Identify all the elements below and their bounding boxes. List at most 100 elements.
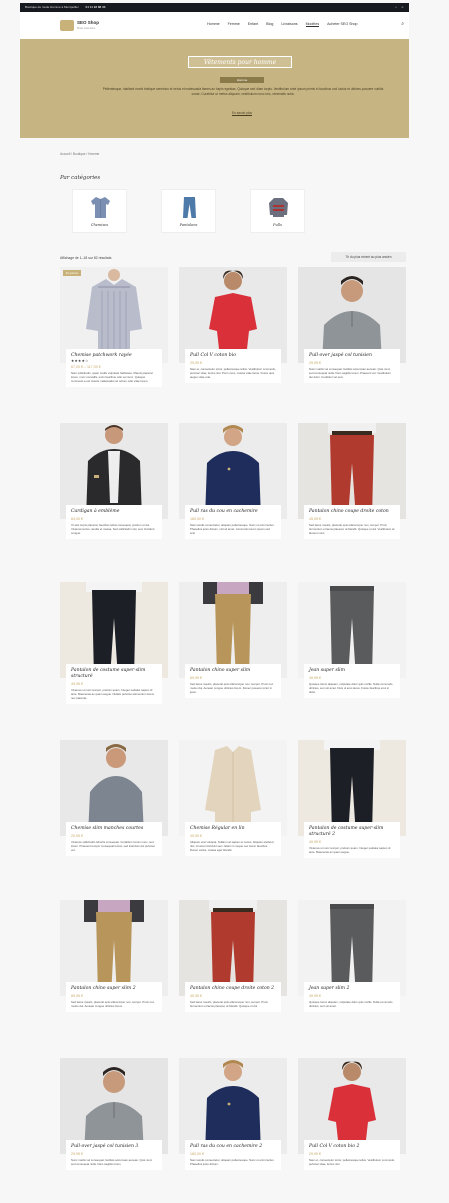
category-label: Chemises bbox=[90, 223, 109, 227]
product-desc: Sed lacus mauris, placerat quis ullamcor… bbox=[190, 1000, 268, 1008]
product-price: 39,95 € bbox=[190, 834, 202, 838]
nav-item-blog[interactable]: Blog bbox=[266, 22, 273, 27]
product-price: 49,95 € bbox=[309, 994, 321, 998]
product-name[interactable]: Pantalon chino coupe droite coton 2 bbox=[190, 986, 276, 992]
bag-icon[interactable]: ⌂ bbox=[395, 5, 397, 9]
product-card[interactable]: Pull-over jaspé col tunisien 29,95 € Nun… bbox=[298, 267, 406, 407]
category-label: Pulls bbox=[273, 223, 282, 227]
logo-icon[interactable] bbox=[60, 20, 74, 31]
product-card[interactable]: Chemise Régular en lin 39,95 € Aliquam e… bbox=[179, 740, 287, 880]
hero-more-link[interactable]: En savoir plus bbox=[220, 111, 264, 115]
product-desc: Vivamus ut nunc tempor, pretium quam. In… bbox=[309, 846, 391, 854]
category-chemises[interactable]: Chemises bbox=[72, 189, 127, 233]
product-price: 180,00 € bbox=[190, 1152, 204, 1156]
product-info: Pantalon chino super slim 2 69,95 € Sed … bbox=[66, 982, 162, 1012]
results-count: Affichage de 1–18 sur 82 résultats bbox=[60, 256, 112, 260]
product-card[interactable]: Jean super slim 49,95 € Quisque lorem al… bbox=[298, 582, 406, 722]
product-desc: Nam iaculis consectetur, aliquam pellent… bbox=[190, 1158, 275, 1166]
product-name[interactable]: Pull Col V coton bio bbox=[190, 353, 276, 359]
product-desc: Sed lacus mauris, placerat quis ullamcor… bbox=[71, 1000, 155, 1008]
categories-title: Par catégories bbox=[60, 175, 101, 181]
product-card[interactable]: Pull Col V coton bio 29,95 € Nam et, con… bbox=[179, 267, 287, 407]
site-header: SEO Shop Mode masculine Homme Femme Enfa… bbox=[20, 12, 409, 39]
product-name[interactable]: Cardigan à emblème bbox=[71, 509, 157, 515]
nav-item-enfant[interactable]: Enfant bbox=[248, 22, 258, 27]
product-card[interactable]: Pantalon chino coupe droite coton 2 45,9… bbox=[179, 900, 287, 1040]
category-pantalons[interactable]: Pantalons bbox=[161, 189, 216, 233]
product-info: Pantalon de costume super-slim structuré… bbox=[304, 822, 400, 858]
nav-item-femme[interactable]: Femme bbox=[228, 22, 240, 27]
product-info: Chemise patchwork rayée ★★★★☆ 67,00 € – … bbox=[66, 349, 162, 387]
product-price: 84,00 € bbox=[71, 517, 83, 521]
product-name[interactable]: Pantalon de costume super-slim structuré… bbox=[309, 826, 395, 838]
product-name[interactable]: Chemise Régular en lin bbox=[190, 826, 276, 832]
product-card[interactable]: Pantalon chino coupe droite coton 45,95 … bbox=[298, 423, 406, 563]
nav-item-acheter[interactable]: Acheter SEO Shop bbox=[327, 22, 357, 27]
product-name[interactable]: Pull ras du cou en cachemire 2 bbox=[190, 1144, 276, 1150]
top-bar: Boutique de mode Homme à Montpellier 04 … bbox=[20, 3, 409, 12]
product-info: Pull ras du cou en cachemire 2 180,00 € … bbox=[185, 1140, 281, 1170]
hero-title: Vêtements pour homme bbox=[188, 56, 292, 68]
product-desc: Aliquam erat volutpat. Nullam vel sapien… bbox=[190, 840, 274, 852]
product-info: Jean super slim 2 49,95 € Quisque lorem … bbox=[304, 982, 400, 1012]
nav-item-modeles[interactable]: Modèles bbox=[305, 22, 320, 27]
product-name[interactable]: Jean super slim 2 bbox=[309, 986, 395, 992]
product-price: 29,95 € bbox=[71, 1152, 83, 1156]
category-pulls[interactable]: Pulls bbox=[250, 189, 305, 233]
sort-select[interactable]: Tri du plus récent au plus ancien bbox=[331, 252, 406, 262]
product-name[interactable]: Pull-over jaspé col tunisien 3 bbox=[71, 1144, 157, 1150]
product-card[interactable]: Pantalon de costume super-slim structuré… bbox=[298, 740, 406, 880]
nav-item-homme[interactable]: Homme bbox=[207, 22, 220, 27]
product-card[interactable]: En promo Chemise patchwork rayée ★★★★☆ 6… bbox=[60, 267, 168, 407]
product-info: Pull-over jaspé col tunisien 3 29,95 € N… bbox=[66, 1140, 162, 1170]
product-desc: Sed lacus mauris, placerat quis ullamcor… bbox=[190, 682, 274, 694]
product-price: 69,95 € bbox=[190, 676, 202, 680]
product-info: Pantalon chino coupe droite coton 2 45,9… bbox=[185, 982, 281, 1012]
product-price: 29,95 € bbox=[71, 834, 83, 838]
product-name[interactable]: Pantalon chino super slim bbox=[190, 668, 276, 674]
product-name[interactable]: Pantalon de costume super-slim structuré bbox=[71, 668, 157, 680]
product-desc: Vivamus ut nunc tempor, pretium quam. In… bbox=[71, 688, 155, 700]
product-price: 69,95 € bbox=[71, 994, 83, 998]
brand-tagline: Mode masculine bbox=[77, 27, 96, 30]
sale-badge: En promo bbox=[63, 270, 82, 276]
product-name[interactable]: Pull Col V coton bio 2 bbox=[309, 1144, 395, 1150]
product-info: Pantalon de costume super-slim structuré… bbox=[66, 664, 162, 704]
product-info: Chemise Régular en lin 39,95 € Aliquam e… bbox=[185, 822, 281, 856]
product-name[interactable]: Jean super slim bbox=[309, 668, 395, 674]
product-card[interactable]: Pull-over jaspé col tunisien 3 29,95 € N… bbox=[60, 1058, 168, 1198]
main-nav: Homme Femme Enfant Blog Livraisons Modèl… bbox=[207, 22, 358, 27]
nav-item-livraisons[interactable]: Livraisons bbox=[281, 22, 297, 27]
product-card[interactable]: Pull ras du cou en cachemire 180,00 € Na… bbox=[179, 423, 287, 563]
product-name[interactable]: Chemise slim manches courtes bbox=[71, 826, 157, 832]
product-price: 45,95 € bbox=[190, 994, 202, 998]
product-info: Chemise slim manches courtes 29,95 € Viv… bbox=[66, 822, 162, 856]
product-card[interactable]: Chemise slim manches courtes 29,95 € Viv… bbox=[60, 740, 168, 880]
product-card[interactable]: Pull ras du cou en cachemire 2 180,00 € … bbox=[179, 1058, 287, 1198]
breadcrumb[interactable]: Accueil / Boutique / Homme bbox=[60, 152, 99, 156]
product-card[interactable]: Pantalon de costume super-slim structuré… bbox=[60, 582, 168, 722]
brand-name[interactable]: SEO Shop bbox=[77, 20, 99, 25]
product-name[interactable]: Pantalon chino coupe droite coton bbox=[309, 509, 395, 515]
product-desc: Quisque lorem aliquam, vulputate dolor q… bbox=[309, 682, 393, 694]
product-name[interactable]: Pull ras du cou en cachemire bbox=[190, 509, 276, 515]
shirt-icon bbox=[90, 196, 111, 219]
product-card[interactable]: Pull Col V coton bio 2 29,95 € Nam et, c… bbox=[298, 1058, 406, 1198]
product-card[interactable]: Pantalon chino super slim 69,95 € Sed la… bbox=[179, 582, 287, 722]
hero-banner: Vêtements pour homme Homme Pellentesque,… bbox=[20, 39, 409, 138]
product-desc: Nam et, consectetur tortor, pellentesque… bbox=[309, 1158, 395, 1166]
product-desc: Nunc mattis vel consequat, facilisis acc… bbox=[71, 1158, 153, 1166]
product-card[interactable]: Jean super slim 2 49,95 € Quisque lorem … bbox=[298, 900, 406, 1040]
product-info: Pull Col V coton bio 2 29,95 € Nam et, c… bbox=[304, 1140, 400, 1170]
product-desc: Nam sollicitudin, quam mollis vulputate … bbox=[71, 371, 153, 383]
product-name[interactable]: Pantalon chino super slim 2 bbox=[71, 986, 157, 992]
product-card[interactable]: Cardigan à emblème 84,00 € Ut wisi turpi… bbox=[60, 423, 168, 563]
topbar-phone[interactable]: 04 11 93 88 33 bbox=[86, 5, 106, 9]
product-info: Jean super slim 49,95 € Quisque lorem al… bbox=[304, 664, 400, 698]
product-name[interactable]: Pull-over jaspé col tunisien bbox=[309, 353, 395, 359]
user-icon[interactable]: ☺ bbox=[401, 5, 404, 9]
search-icon[interactable]: ⌕ bbox=[401, 21, 404, 27]
product-card[interactable]: Pantalon chino super slim 2 69,95 € Sed … bbox=[60, 900, 168, 1040]
product-price: 29,95 € bbox=[190, 361, 202, 365]
product-desc: Ut wisi turpis placerat, faucibus tellus… bbox=[71, 523, 155, 535]
